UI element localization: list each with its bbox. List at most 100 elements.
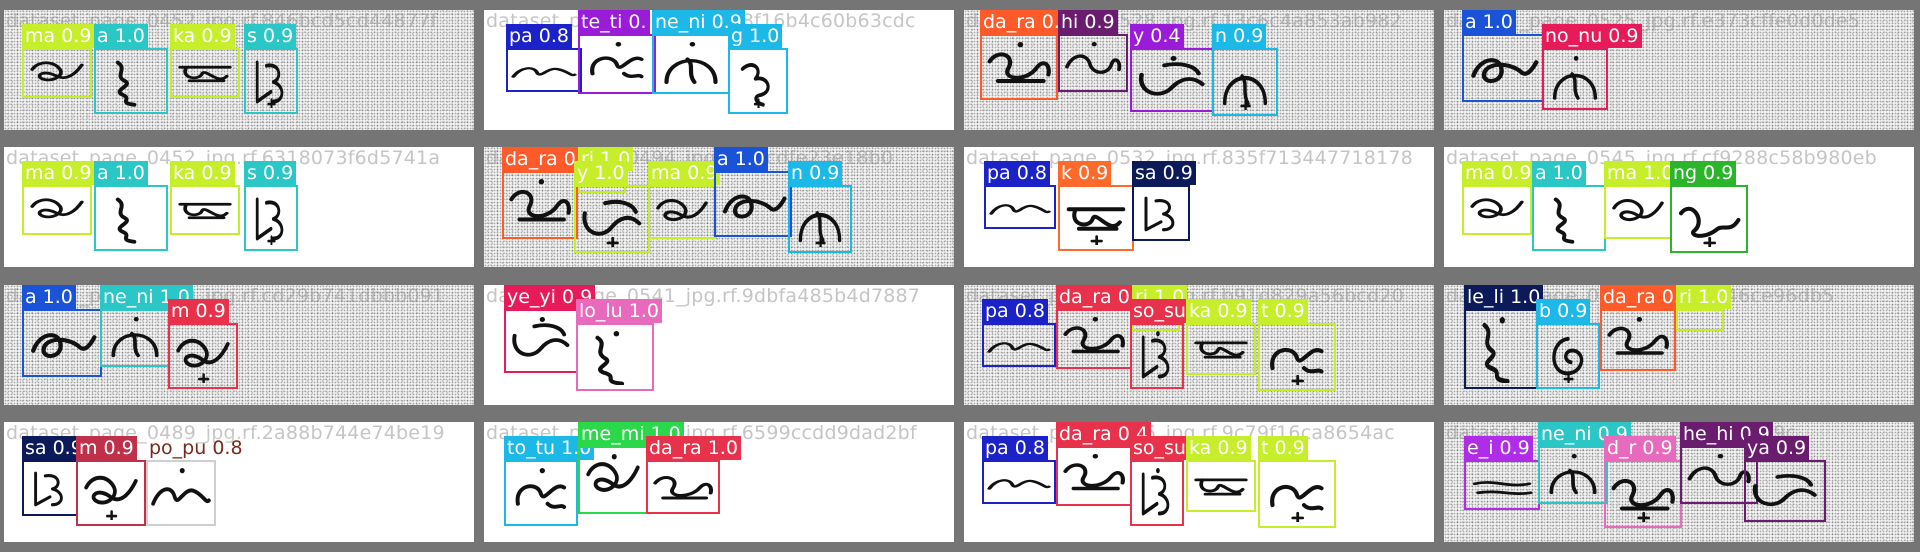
class-confidence-label: s 0.9 (244, 161, 297, 185)
detection-box: ne_ni 1.0 (100, 285, 193, 367)
detection-box: pa 0.8 (982, 299, 1056, 367)
detection-box: hi 0.9 (1058, 10, 1128, 92)
detection-box: ma 1.0 (1604, 161, 1677, 239)
tile-r4-c3: dataset_page_0536_jpg.rf.9c79f16ca8654ac… (964, 422, 1434, 542)
detection-box: d_r 0.9 (1604, 436, 1682, 528)
tile-r3-c4: dataset_page_0546_jpg.rf.de46ce96db5le_l… (1444, 285, 1914, 405)
class-confidence-label: e_i 0.9 (1464, 436, 1533, 460)
detection-box: da_ra 0.3 (502, 147, 597, 239)
baybayin-glyph (1612, 199, 1664, 222)
detection-box: y 0.4 (1130, 24, 1214, 112)
class-confidence-label: m 0.9 (76, 436, 137, 460)
baybayin-glyph (1552, 336, 1584, 383)
class-confidence-label: pa 0.8 (506, 24, 572, 48)
class-confidence-label: pa 0.8 (984, 161, 1050, 185)
baybayin-glyph (1141, 468, 1170, 516)
baybayin-glyph (582, 199, 642, 247)
class-confidence-label: y 1.0 (574, 161, 628, 185)
baybayin-glyph (798, 211, 842, 247)
detection-mosaic: dataset_page_0452_jpg.rf.846bcd5cd44877f… (0, 0, 1920, 552)
class-confidence-label: po_pu 0.8 (146, 436, 246, 460)
class-confidence-label: ka 0.9 (170, 24, 235, 48)
detection-box: le_li 1.0 (1464, 285, 1544, 389)
tile-r2-c3: dataset_page_0532_jpg.rf.835f71344771817… (964, 147, 1434, 267)
detection-box: ri 1.0 (1676, 285, 1732, 331)
baybayin-glyph (1270, 347, 1324, 385)
tile-r1-c3: dataset_page_0528_jpg.rf.13c6c4a853ab982… (964, 10, 1434, 130)
baybayin-glyph (1141, 331, 1170, 379)
detection-box: ne_ni 0.9 (652, 10, 745, 94)
class-confidence-label: t 0.9 (1258, 436, 1308, 460)
class-confidence-label: so_su (1130, 436, 1189, 460)
detection-box: sa 0.9 (1132, 161, 1196, 241)
baybayin-glyph (512, 317, 570, 357)
class-confidence-label: d_r 0.9 (1604, 436, 1676, 460)
tile-r2-c4: dataset_page_0545_jpg.rf.cf9288c58b980eb… (1444, 147, 1914, 267)
detection-box: no_nu 0.9 (1542, 24, 1642, 110)
baybayin-glyph (115, 60, 137, 107)
bounding-box-outline (1676, 309, 1724, 331)
baybayin-glyph (31, 333, 97, 358)
class-confidence-label: s 0.9 (244, 24, 297, 48)
class-confidence-label: ma 0.9 (648, 161, 721, 185)
detection-box: ng 0.9 (1670, 161, 1748, 253)
class-confidence-label: sa 0.9 (1132, 161, 1196, 185)
detection-box: pa 0.8 (982, 436, 1056, 504)
detection-box: y 1.0 (574, 161, 650, 253)
class-confidence-label: a 1.0 (94, 24, 148, 48)
baybayin-glyph (84, 475, 138, 520)
tile-r4-c2: dataset_page_0487_jpg.rf.6599ccdd9dad2bf… (484, 422, 954, 542)
detection-box: ma 0.9 (1462, 161, 1535, 235)
detection-box: ye_yi 0.9 (504, 285, 596, 373)
baybayin-glyph (653, 476, 714, 500)
detection-box: te_ti 0. (578, 10, 656, 94)
tile-r4-c1: dataset_page_0489_jpg.rf.2a88b744e74be19… (4, 422, 474, 542)
detection-box: ka 0.9 (170, 24, 240, 98)
tile-r4-c4: dataset_page_0511_jpg.rf.8c8a9d9ce_i 0.9… (1444, 422, 1914, 542)
detection-box: n 0.9 (788, 161, 852, 253)
baybayin-glyph (1194, 478, 1248, 496)
detection-box: ka 0.9 (1186, 299, 1256, 375)
class-confidence-label: te_ti 0. (578, 10, 650, 34)
detection-box: k 0.9 (1058, 161, 1134, 251)
detection-box: sa 0.9 (22, 436, 86, 516)
baybayin-glyph (1678, 206, 1741, 247)
detection-box: g 1.0 (728, 24, 788, 114)
detection-box: b 0.9 (1536, 299, 1600, 389)
baybayin-glyph (989, 204, 1051, 215)
detection-box: t 0.9 (1258, 299, 1336, 391)
class-confidence-label: lo_lu 1.0 (576, 299, 662, 323)
tile-r3-c2: dataset_page_0541_jpg.rf.9dbfa485b4d7887… (484, 285, 954, 405)
detection-box: ne_ni 0.9 (1538, 422, 1631, 504)
baybayin-glyph (656, 199, 708, 222)
class-confidence-label: ma 0.9 (1462, 161, 1535, 185)
baybayin-glyph (1194, 341, 1248, 359)
detection-box: pa 0.8 (506, 24, 582, 92)
class-confidence-label: k 0.9 (1058, 161, 1112, 185)
detection-box: da_ra 0.4 (980, 10, 1075, 100)
detection-box: so_su (1130, 299, 1189, 389)
class-confidence-label: pa 0.8 (982, 299, 1048, 323)
baybayin-glyph (664, 42, 718, 84)
class-confidence-label: da_ra 1.0 (646, 436, 741, 460)
detection-box: e_i 0.9 (1464, 436, 1540, 510)
class-confidence-label: ka 0.9 (1186, 299, 1251, 323)
tile-r2-c1: dataset_page_0452_jpg.rf.6318073f6d5741a… (4, 147, 474, 267)
baybayin-glyph (151, 468, 211, 506)
baybayin-glyph (595, 331, 625, 385)
detection-box: da_ra 0.3 (1600, 285, 1695, 371)
baybayin-glyph (1472, 481, 1533, 495)
baybayin-glyph (255, 197, 284, 245)
detection-box: a 1.0 (94, 161, 168, 251)
detection-box: s 0.9 (244, 161, 298, 251)
detection-box: so_su (1130, 436, 1189, 526)
detection-box: da_ra 1.0 (646, 436, 741, 514)
detection-box: a 1.0 (714, 147, 792, 237)
detection-box: pa 0.8 (984, 161, 1056, 229)
class-confidence-label: ka 0.9 (170, 161, 235, 185)
baybayin-glyph (115, 197, 137, 244)
baybayin-glyph (1144, 196, 1175, 232)
class-confidence-label: hi 0.9 (1058, 10, 1118, 34)
tile-r2-c2: dataset_page_0494_jpg.rf.a2cdfe23e18b0 da… (484, 147, 954, 267)
baybayin-glyph (30, 198, 84, 219)
